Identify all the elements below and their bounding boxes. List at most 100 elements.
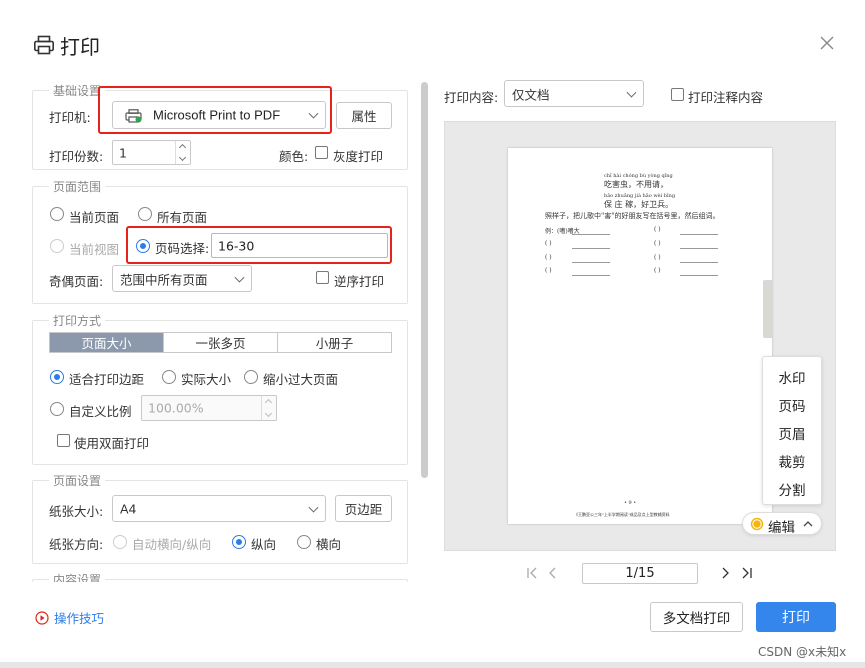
print-content-select[interactable]: 仅文档 [504, 80, 644, 107]
close-icon[interactable] [819, 35, 835, 51]
menu-item-crop[interactable]: 裁剪 [763, 451, 821, 471]
menu-item-page-number[interactable]: 页码 [763, 395, 821, 415]
custom-scale-label: 自定义比例 [69, 404, 132, 419]
page-blank: ( ) [654, 240, 661, 247]
answer-line [680, 262, 718, 263]
radio-shrink-large[interactable] [244, 370, 258, 384]
current-view-label: 当前视图 [69, 242, 120, 257]
menu-item-split[interactable]: 分割 [763, 479, 821, 499]
fit-margins-label: 适合打印边距 [69, 372, 145, 387]
content-settings-group: 内容设置 [32, 571, 408, 582]
answer-line [572, 234, 610, 235]
radio-current-view[interactable] [50, 239, 64, 253]
page-chinese-1: 吃害虫，不用请， [604, 180, 668, 189]
edit-button[interactable]: 编辑 [742, 512, 822, 536]
print-dialog: 打印 基础设置 打印机: Microsoft Print to PDF 属性 打… [0, 0, 865, 662]
answer-line [680, 275, 718, 276]
duplex-label: 使用双面打印 [74, 436, 150, 451]
copies-spin-buttons[interactable] [175, 141, 190, 164]
group-title-content: 内容设置 [49, 571, 106, 582]
page-blank: ( ) [545, 254, 552, 261]
page-select-highlight-box [126, 226, 392, 264]
auto-orientation-label: 自动横向/纵向 [132, 537, 212, 552]
edit-menu: 水印 页码 页眉 裁剪 分割 [762, 356, 822, 505]
custom-scale-input[interactable]: 100.00% [141, 395, 277, 421]
radio-landscape[interactable] [297, 535, 311, 549]
group-title-print-mode: 打印方式 [49, 312, 106, 329]
tab-multi-page[interactable]: 一张多页 [164, 333, 278, 352]
print-button[interactable]: 打印 [756, 602, 836, 632]
page-blank: ( ) [545, 240, 552, 247]
custom-scale-value: 100.00% [148, 400, 204, 416]
answer-line [680, 248, 718, 249]
current-page-label: 当前页面 [69, 210, 120, 225]
play-circle-icon [35, 610, 49, 625]
dialog-title: 打印 [60, 35, 100, 59]
menu-item-header[interactable]: 页眉 [763, 423, 821, 443]
radio-portrait[interactable] [232, 535, 246, 549]
radio-all-pages[interactable] [138, 207, 152, 221]
odd-even-value: 范围中所有页面 [120, 272, 208, 287]
portrait-label: 纵向 [251, 537, 277, 552]
page-number: • 9 • [624, 500, 637, 506]
preview-side-tab [763, 280, 772, 338]
grayscale-checkbox[interactable] [315, 146, 328, 159]
radio-current-page[interactable] [50, 207, 64, 221]
all-pages-label: 所有页面 [157, 210, 208, 225]
background-strip [0, 662, 865, 668]
custom-scale-spin[interactable] [261, 396, 276, 420]
printer-label: 打印机: [49, 110, 91, 125]
print-content-value: 仅文档 [512, 87, 550, 102]
menu-item-watermark[interactable]: 水印 [763, 367, 821, 387]
page-indicator-input[interactable]: 1/15 [582, 563, 698, 584]
group-title-page-setup: 页面设置 [49, 472, 106, 489]
paper-size-select[interactable]: A4 [112, 495, 326, 522]
page-blank: ( ) [654, 226, 661, 233]
chevron-down-icon [626, 87, 637, 98]
settings-panel: 基础设置 打印机: Microsoft Print to PDF 属性 打印份数… [32, 82, 410, 582]
radio-fit-margins[interactable] [50, 370, 64, 384]
tips-link[interactable]: 操作技巧 [35, 608, 104, 627]
tab-page-size[interactable]: 页面大小 [50, 333, 164, 352]
properties-button[interactable]: 属性 [336, 102, 392, 129]
actual-size-label: 实际大小 [181, 372, 232, 387]
radio-custom-scale[interactable] [50, 402, 64, 416]
radio-auto-orientation[interactable] [113, 535, 127, 549]
chevron-down-icon [308, 502, 319, 513]
reverse-print-checkbox[interactable] [316, 271, 329, 284]
tab-booklet[interactable]: 小册子 [278, 333, 391, 352]
page-blank: ( ) [654, 254, 661, 261]
preview-page: chī hài chóng bù yòng qǐng 吃害虫，不用请， bǎo … [508, 148, 772, 524]
multi-document-print-button[interactable]: 多文档打印 [650, 602, 743, 632]
group-title-page-range: 页面范围 [49, 178, 106, 195]
grayscale-label: 灰度打印 [333, 149, 384, 164]
margins-button[interactable]: 页边距 [335, 495, 392, 522]
odd-even-label: 奇偶页面: [49, 274, 104, 289]
landscape-label: 横向 [316, 537, 342, 552]
copies-value: 1 [119, 145, 127, 160]
reverse-print-label: 逆序打印 [334, 274, 385, 289]
group-title-basic: 基础设置 [49, 82, 106, 99]
tips-label: 操作技巧 [54, 611, 105, 626]
prev-page-icon[interactable] [548, 567, 558, 579]
next-page-icon[interactable] [720, 567, 730, 579]
printer-icon [33, 35, 54, 55]
last-page-icon[interactable] [741, 567, 753, 579]
copies-stepper[interactable]: 1 [112, 140, 191, 165]
odd-even-select[interactable]: 范围中所有页面 [112, 265, 252, 292]
edit-button-label: 编辑 [768, 520, 795, 536]
printer-highlight-box [98, 86, 332, 134]
print-mode-group: 打印方式 页面大小 一张多页 小册子 适合打印边距 实际大小 缩小过大页面 自定… [32, 312, 408, 465]
duplex-checkbox[interactable] [57, 434, 70, 447]
print-annotations-checkbox[interactable] [671, 88, 684, 101]
page-instruction: 照样子，把儿歌中"害"的好朋友写在括号里，然后组词。 [545, 212, 720, 220]
print-mode-tabs: 页面大小 一张多页 小册子 [49, 332, 392, 353]
orientation-label: 纸张方向: [49, 537, 104, 552]
settings-scrollbar[interactable] [421, 82, 428, 478]
radio-actual-size[interactable] [162, 370, 176, 384]
shrink-large-label: 缩小过大页面 [263, 372, 339, 387]
chevron-up-icon [803, 521, 813, 527]
paper-size-value: A4 [120, 501, 137, 516]
copies-label: 打印份数: [49, 149, 104, 164]
first-page-icon[interactable] [526, 567, 538, 579]
